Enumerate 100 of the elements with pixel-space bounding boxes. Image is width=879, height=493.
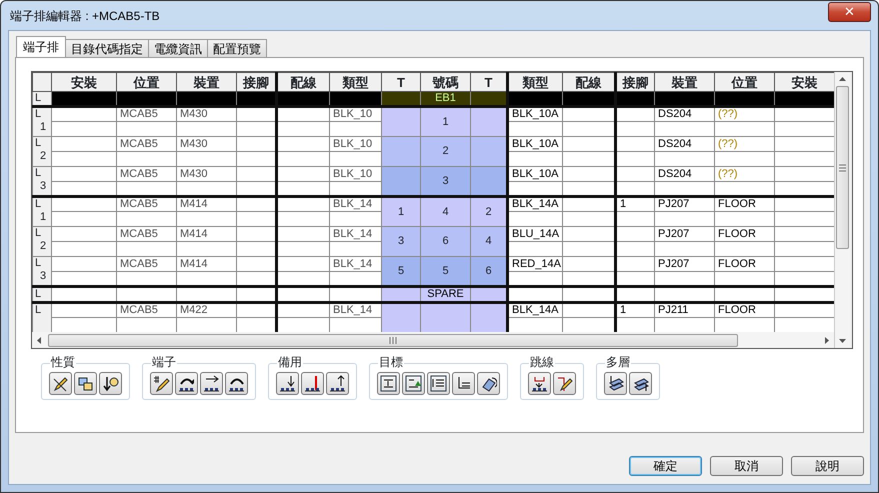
tool-button[interactable]	[452, 372, 475, 395]
tool-button[interactable]	[604, 372, 627, 395]
tab[interactable]: 端子排	[16, 36, 66, 57]
table-cell: DS204	[654, 166, 714, 182]
terminal-cell	[470, 106, 508, 136]
column-header[interactable]: 安裝	[774, 72, 834, 92]
indent-icon	[405, 375, 422, 392]
table-cell: BLK_14A	[508, 302, 562, 318]
table-cell: MCAB5	[116, 196, 176, 212]
table-cell: 1	[616, 196, 654, 212]
scroll-thumb[interactable]	[836, 86, 849, 249]
tab[interactable]: 電纜資訊	[148, 39, 208, 57]
row-header[interactable]: L 3	[32, 166, 52, 196]
column-header[interactable]: 接腳	[236, 72, 276, 92]
tab[interactable]: 配置預覽	[207, 39, 267, 57]
row-header[interactable]: L 2	[32, 226, 52, 256]
pencil-icon	[153, 375, 170, 392]
column-header[interactable]: 位置	[714, 72, 774, 92]
terminal-cell: 5	[382, 256, 420, 286]
table-cell: M422	[176, 302, 236, 318]
dialog-button[interactable]: 說明	[791, 456, 864, 476]
tab[interactable]: 目錄代碼指定	[65, 39, 149, 57]
row-header[interactable]: L 1	[32, 196, 52, 226]
terminal-cell	[470, 286, 508, 302]
table-cell: MCAB5	[116, 302, 176, 318]
tool-button[interactable]	[150, 372, 173, 395]
table-cell: M414	[176, 226, 236, 242]
arrow-down-icon	[102, 375, 119, 392]
pencil-icon	[52, 375, 69, 392]
table-cell: BLK_14A	[508, 196, 562, 212]
tool-button[interactable]	[200, 372, 223, 395]
group-label: 目標	[378, 355, 404, 369]
indent-icon	[380, 375, 397, 392]
table-cell: FLOOR	[714, 256, 774, 272]
table-cell: BLK_10A	[508, 136, 562, 152]
tool-button[interactable]	[301, 372, 324, 395]
table-cell: RED_14A	[508, 256, 562, 272]
group-label: 備用	[277, 355, 303, 369]
arrow-right-icon	[203, 375, 220, 392]
table-cell: (??)	[714, 136, 774, 152]
tool-button[interactable]	[402, 372, 425, 395]
column-header[interactable]: 配線	[276, 72, 330, 92]
tool-button[interactable]	[377, 372, 400, 395]
tool-button[interactable]	[326, 372, 349, 395]
column-header[interactable]: 接腳	[616, 72, 654, 92]
group-label: 多層	[605, 355, 631, 369]
table-cell: PJ207	[654, 226, 714, 242]
column-header[interactable]: 配線	[562, 72, 616, 92]
grip-icon	[389, 336, 397, 344]
row-header[interactable]: L 2	[32, 136, 52, 166]
table-cell: (??)	[714, 166, 774, 182]
tool-button[interactable]	[175, 372, 198, 395]
arrow-up-icon	[329, 375, 346, 392]
close-button[interactable]: ✕	[828, 2, 871, 22]
scroll-thumb[interactable]	[48, 334, 738, 346]
terminal-cell: 3	[382, 226, 420, 256]
arrow-down-icon	[279, 375, 296, 392]
column-header[interactable]: 類型	[508, 72, 562, 92]
table-cell: MCAB5	[116, 226, 176, 242]
group-label: 性質	[50, 355, 76, 369]
table-cell: FLOOR	[714, 226, 774, 242]
tool-button[interactable]	[49, 372, 72, 395]
tool-button[interactable]	[225, 372, 248, 395]
row-header[interactable]: L	[32, 302, 52, 332]
tool-button[interactable]	[99, 372, 122, 395]
row-header[interactable]: L 3	[32, 256, 52, 286]
table-cell: DS204	[654, 106, 714, 122]
column-header[interactable]: T	[470, 72, 508, 92]
table-cell: BLK_10A	[508, 166, 562, 182]
row-header[interactable]: L 1	[32, 106, 52, 136]
table-cell: MCAB5	[116, 106, 176, 122]
table-cell: M430	[176, 136, 236, 152]
rotate-icon	[480, 375, 497, 392]
column-header[interactable]: 裝置	[654, 72, 714, 92]
terminal-cell: 4	[470, 226, 508, 256]
column-header[interactable]: 裝置	[176, 72, 236, 92]
arrow-down-icon	[304, 375, 321, 392]
column-header[interactable]: 位置	[116, 72, 176, 92]
tool-button[interactable]	[276, 372, 299, 395]
pencil-icon	[556, 375, 573, 392]
tool-button[interactable]	[528, 372, 551, 395]
table-cell: MCAB5	[116, 256, 176, 272]
column-header[interactable]: 安裝	[52, 72, 116, 92]
row-header[interactable]: L	[32, 286, 52, 302]
terminal-cell	[382, 106, 420, 136]
tool-button[interactable]	[74, 372, 97, 395]
tool-button[interactable]	[427, 372, 450, 395]
jumper-icon	[531, 375, 548, 392]
table-cell: DS204	[654, 136, 714, 152]
column-header[interactable]: T	[382, 72, 420, 92]
column-header[interactable]: 類型	[330, 72, 382, 92]
list-icon	[430, 375, 447, 392]
tool-button[interactable]	[477, 372, 500, 395]
column-header[interactable]: 號碼	[420, 72, 470, 92]
terminal-cell	[470, 302, 508, 332]
dialog-button[interactable]: 確定	[629, 456, 702, 476]
tool-button[interactable]	[553, 372, 576, 395]
dialog-button[interactable]: 取消	[710, 456, 783, 476]
tool-button[interactable]	[629, 372, 652, 395]
terminal-cell	[470, 166, 508, 196]
